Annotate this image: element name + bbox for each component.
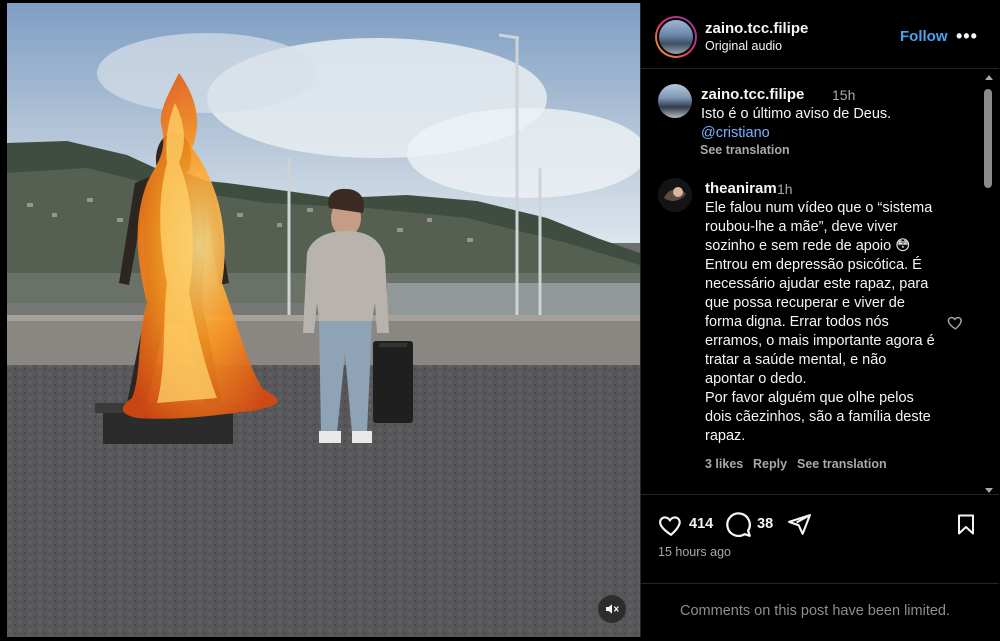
commenter-avatar-image — [658, 178, 692, 212]
video-frame-illustration — [7, 3, 640, 637]
comments-limited-notice: Comments on this post have been limited. — [641, 583, 999, 638]
comment-reply-button[interactable]: Reply — [753, 457, 787, 471]
post-timestamp[interactable]: 15 hours ago — [658, 545, 731, 559]
scroll-up-arrow-icon[interactable] — [985, 75, 993, 80]
mute-button[interactable] — [598, 595, 626, 623]
comment-line: tratar a saúde mental, e não — [705, 352, 887, 368]
comment-see-translation[interactable]: See translation — [797, 457, 887, 471]
caption-username[interactable]: zaino.tcc.filipe — [701, 86, 804, 103]
caption-mention-link[interactable]: @cristiano — [701, 125, 770, 141]
comment-line: rapaz. — [705, 428, 746, 444]
comments-limited-text: Comments on this post have been limited. — [680, 603, 950, 619]
comment-line: Entrou em depressão psicótica. É — [705, 257, 922, 273]
comment-time: 1h — [777, 181, 793, 197]
paper-plane-icon[interactable] — [787, 512, 812, 537]
audio-label[interactable]: Original audio — [705, 39, 782, 53]
comment-line: Ele falou num vídeo que o “sistema — [705, 200, 933, 216]
author-username[interactable]: zaino.tcc.filipe — [705, 20, 808, 37]
follow-button[interactable]: Follow — [900, 28, 948, 45]
post-side-panel: zaino.tcc.filipe Original audio Follow •… — [640, 3, 999, 637]
comments-count[interactable]: 38 — [757, 516, 773, 532]
post-video[interactable] — [7, 3, 640, 637]
commenter-avatar[interactable] — [658, 178, 692, 212]
commenter-username[interactable]: theaniram — [705, 180, 777, 197]
caption-see-translation[interactable]: See translation — [700, 143, 790, 157]
comment-like-heart-icon[interactable] — [947, 314, 964, 331]
caption-author-avatar[interactable] — [658, 84, 692, 118]
comment-bubble-icon[interactable] — [725, 511, 752, 538]
heart-icon[interactable] — [658, 512, 684, 538]
bookmark-icon[interactable] — [954, 512, 978, 537]
comment-line: sozinho e sem rede de apoio 😳 — [705, 238, 911, 254]
comment-likes-count[interactable]: 3 likes — [705, 457, 743, 471]
more-options-icon[interactable]: ••• — [956, 26, 978, 47]
caption-time: 15h — [832, 87, 856, 103]
comment-line: erramos, o mais importante agora é — [705, 333, 935, 349]
post-header: zaino.tcc.filipe Original audio Follow •… — [641, 3, 999, 69]
comment-line: forma digna. Errar todos nós — [705, 314, 889, 330]
author-avatar[interactable] — [655, 16, 697, 58]
comment-line: dois cãezinhos, são a família deste — [705, 409, 931, 425]
post-viewer: zaino.tcc.filipe Original audio Follow •… — [0, 0, 1000, 641]
comment-line: apontar o dedo. — [705, 371, 807, 387]
comment-line: Por favor alguém que olhe pelos — [705, 390, 914, 406]
comment-line: que possa recuperar e viver de — [705, 295, 905, 311]
comments-list[interactable]: zaino.tcc.filipe 15h Isto é o último avi… — [641, 70, 999, 494]
speaker-muted-icon — [606, 604, 619, 614]
scroll-down-arrow-icon[interactable] — [985, 488, 993, 493]
caption-text: Isto é o último aviso de Deus. — [701, 106, 892, 122]
post-actions-bar: 414 38 15 hours ago Comments on this pos… — [641, 494, 999, 637]
scrollbar-thumb[interactable] — [984, 89, 992, 188]
likes-count[interactable]: 414 — [689, 516, 713, 532]
comment-line: roubou-lhe a mãe”, deve viver — [705, 219, 898, 235]
comments-scrollbar[interactable] — [981, 73, 995, 495]
comment-line: necessário ajudar este rapaz, para — [705, 276, 929, 292]
author-avatar-image — [657, 18, 695, 56]
